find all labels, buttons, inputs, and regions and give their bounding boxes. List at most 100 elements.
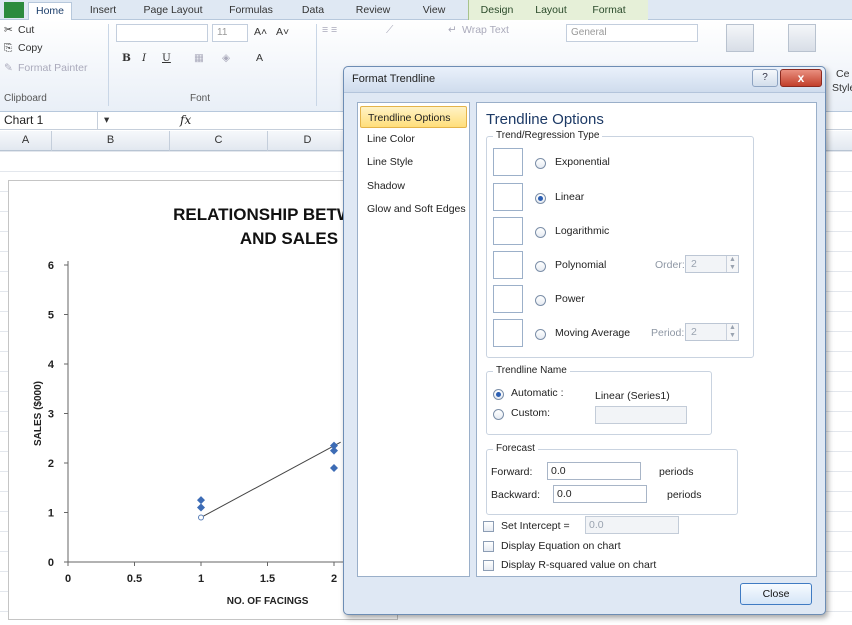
dialog-title-bar[interactable]: Format Trendline ? x bbox=[344, 67, 825, 93]
number-format-combo[interactable]: General bbox=[566, 24, 698, 42]
forward-input[interactable]: 0.0 bbox=[547, 462, 641, 480]
wrap-text-icon[interactable]: ↵ bbox=[448, 24, 457, 36]
nav-glow-soft-edges[interactable]: Glow and Soft Edges bbox=[360, 198, 467, 220]
close-button[interactable]: Close bbox=[740, 583, 812, 605]
font-color-button[interactable]: A bbox=[256, 52, 263, 64]
copy-button[interactable]: Copy bbox=[18, 42, 43, 54]
plot-area[interactable]: 0 1 2 3 4 5 6 0 0.5 1 1.5 2 NO. OF FACINGS SALES ($00… bbox=[9, 181, 399, 621]
power-label[interactable]: Power bbox=[555, 293, 585, 305]
italic-button[interactable]: I bbox=[142, 52, 146, 64]
nav-trendline-options[interactable]: Trendline Options bbox=[360, 106, 467, 128]
conditional-format-icon[interactable] bbox=[726, 24, 754, 52]
spinner-arrows-icon[interactable]: ▲ ▼ bbox=[726, 256, 738, 272]
data-point[interactable] bbox=[197, 496, 205, 505]
tab-page-layout[interactable]: Page Layout bbox=[138, 2, 208, 20]
format-painter-button[interactable]: Format Painter bbox=[18, 62, 87, 74]
linear-label[interactable]: Linear bbox=[555, 191, 584, 203]
dialog-title: Format Trendline bbox=[352, 73, 436, 85]
format-painter-icon[interactable]: ✎ bbox=[4, 62, 13, 74]
backward-label: Backward: bbox=[491, 489, 541, 501]
column-header[interactable]: A bbox=[0, 131, 52, 151]
cell-styles-label-b[interactable]: Style bbox=[832, 82, 852, 94]
period-label: Period: bbox=[651, 327, 685, 339]
column-header[interactable]: B bbox=[52, 131, 170, 151]
file-tab[interactable] bbox=[4, 2, 24, 18]
spinner-arrows-icon[interactable]: ▲ ▼ bbox=[726, 324, 738, 340]
exponential-radio[interactable] bbox=[535, 158, 546, 169]
cut-button[interactable]: Cut bbox=[18, 24, 34, 36]
tab-home[interactable]: Home bbox=[28, 2, 72, 20]
data-point[interactable] bbox=[197, 503, 205, 512]
trendline-handle[interactable] bbox=[198, 514, 204, 521]
chart-area[interactable]: RELATIONSHIP BETWEEN N AND SALES 0123456… bbox=[8, 180, 405, 621]
tab-data[interactable]: Data bbox=[296, 2, 330, 20]
copy-icon[interactable]: ⎘ bbox=[4, 42, 12, 55]
data-point[interactable] bbox=[330, 441, 338, 450]
linear-radio[interactable] bbox=[535, 193, 546, 204]
shrink-font-button[interactable]: A˅ bbox=[276, 26, 289, 38]
set-intercept-checkbox[interactable] bbox=[483, 521, 494, 532]
intercept-input[interactable]: 0.0 bbox=[585, 516, 679, 534]
display-r-squared-label[interactable]: Display R-squared value on chart bbox=[501, 559, 656, 571]
display-equation-checkbox[interactable] bbox=[483, 541, 494, 552]
tab-review[interactable]: Review bbox=[350, 2, 396, 20]
column-header[interactable]: C bbox=[170, 131, 268, 151]
custom-name-radio[interactable] bbox=[493, 409, 504, 420]
exponential-label[interactable]: Exponential bbox=[555, 156, 610, 168]
moving-average-radio[interactable] bbox=[535, 329, 546, 340]
automatic-name-label[interactable]: Automatic : bbox=[511, 387, 564, 399]
cell-styles-label-a[interactable]: Ce bbox=[836, 68, 849, 80]
tab-formulas[interactable]: Formulas bbox=[222, 2, 280, 20]
close-x-button[interactable]: x bbox=[780, 69, 822, 87]
y-tick-label: 1 bbox=[48, 508, 54, 520]
y-axis-title[interactable]: SALES ($000) bbox=[33, 381, 44, 446]
borders-icon[interactable]: ▦ bbox=[194, 52, 204, 64]
align-top-icon[interactable]: ≡ ≡ bbox=[322, 24, 337, 36]
format-table-icon[interactable] bbox=[788, 24, 816, 52]
name-box-dropdown-icon[interactable]: ▾ bbox=[104, 114, 109, 126]
order-label: Order: bbox=[655, 259, 685, 271]
tab-format[interactable]: Format bbox=[586, 2, 632, 20]
set-intercept-label[interactable]: Set Intercept = bbox=[501, 520, 570, 532]
polynomial-label[interactable]: Polynomial bbox=[555, 259, 606, 271]
tab-design[interactable]: Design bbox=[474, 2, 520, 20]
grow-font-button[interactable]: A˄ bbox=[254, 26, 267, 38]
tab-view[interactable]: View bbox=[416, 2, 452, 20]
moving-average-label[interactable]: Moving Average bbox=[555, 327, 630, 339]
cut-icon[interactable]: ✂ bbox=[4, 24, 13, 36]
x-axis-title[interactable]: NO. OF FACINGS bbox=[227, 596, 309, 607]
trendline[interactable] bbox=[200, 441, 341, 518]
help-button[interactable]: ? bbox=[752, 69, 778, 87]
custom-name-label[interactable]: Custom: bbox=[511, 407, 550, 419]
y-tick-label: 2 bbox=[48, 458, 54, 470]
logarithmic-label[interactable]: Logarithmic bbox=[555, 225, 609, 237]
power-radio[interactable] bbox=[535, 295, 546, 306]
font-size-combo[interactable]: 11 bbox=[212, 24, 248, 42]
column-header[interactable]: D bbox=[268, 131, 348, 151]
nav-shadow[interactable]: Shadow bbox=[360, 175, 467, 197]
nav-line-color[interactable]: Line Color bbox=[360, 128, 467, 150]
name-box[interactable]: Chart 1 bbox=[0, 112, 98, 130]
font-name-combo[interactable] bbox=[116, 24, 208, 42]
nav-line-style[interactable]: Line Style bbox=[360, 151, 467, 173]
custom-name-input[interactable] bbox=[595, 406, 687, 424]
underline-button[interactable]: U bbox=[162, 52, 171, 64]
insert-function-button[interactable]: fx bbox=[180, 113, 191, 127]
display-equation-label[interactable]: Display Equation on chart bbox=[501, 540, 621, 552]
polynomial-radio[interactable] bbox=[535, 261, 546, 272]
bold-button[interactable]: B bbox=[122, 52, 131, 64]
period-value: 2 bbox=[691, 326, 697, 338]
automatic-name-radio[interactable] bbox=[493, 389, 504, 400]
logarithmic-radio[interactable] bbox=[535, 227, 546, 238]
period-spinner[interactable]: 2 ▲ ▼ bbox=[685, 323, 739, 341]
data-point[interactable] bbox=[330, 463, 338, 472]
backward-input[interactable]: 0.0 bbox=[553, 485, 647, 503]
order-spinner[interactable]: 2 ▲ ▼ bbox=[685, 255, 739, 273]
tab-insert[interactable]: Insert bbox=[82, 2, 124, 20]
display-r-squared-checkbox[interactable] bbox=[483, 560, 494, 571]
fill-color-icon[interactable]: ◈ bbox=[222, 52, 230, 64]
wrap-text-button[interactable]: Wrap Text bbox=[462, 24, 509, 36]
x-tick-label: 2 bbox=[331, 573, 337, 585]
orientation-icon[interactable]: ⟋ bbox=[386, 24, 393, 37]
tab-layout[interactable]: Layout bbox=[530, 2, 572, 20]
